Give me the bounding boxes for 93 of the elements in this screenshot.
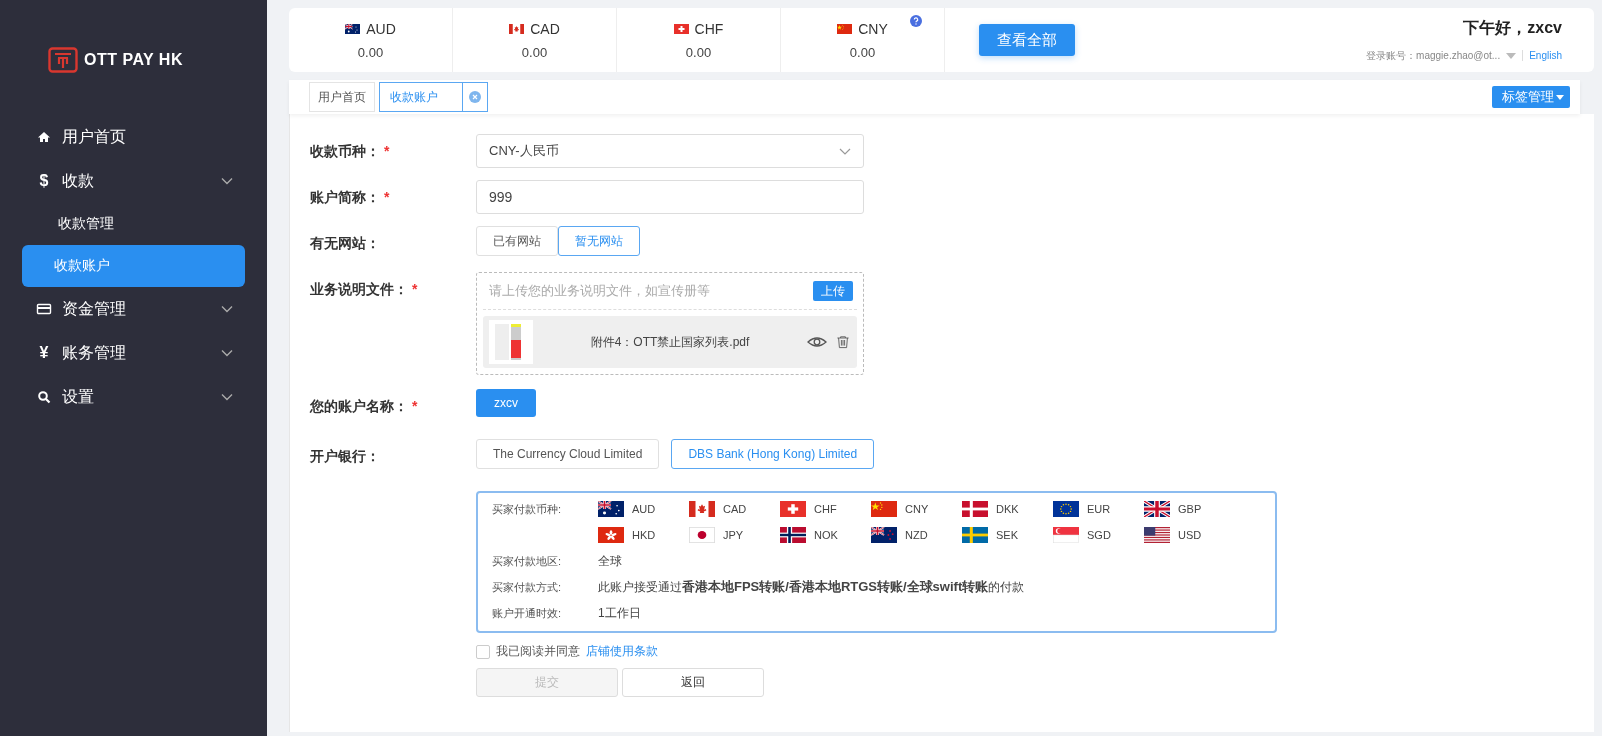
menu-icon: $ <box>36 173 52 189</box>
currency-code: CAD <box>723 502 747 517</box>
required-mark: * <box>412 280 418 299</box>
info-value: 1工作日 <box>598 605 641 622</box>
currency-code: SGD <box>1087 528 1111 543</box>
sidebar-item[interactable]: 资金管理 <box>0 287 267 331</box>
required-mark: * <box>384 188 390 207</box>
trash-icon[interactable] <box>835 333 851 351</box>
terms-link[interactable]: 店铺使用条款 <box>586 643 658 660</box>
tab[interactable]: 收款账户 <box>379 82 488 112</box>
flag-icon <box>1144 501 1170 517</box>
currency-code: HKD <box>632 528 656 543</box>
info-value: 全球 <box>598 553 622 570</box>
currency-code: NZD <box>905 528 928 543</box>
info-label: 买家付款方式: <box>492 580 563 595</box>
flag-icon <box>673 23 689 34</box>
sidebar-subitem[interactable]: 收款管理 <box>22 203 245 245</box>
info-label: 账户开通时效: <box>492 606 563 621</box>
flag-icon <box>962 501 988 517</box>
agreement-text: 我已阅读并同意 <box>496 643 580 660</box>
flag-icon <box>689 501 715 517</box>
flag-icon <box>1144 527 1170 543</box>
flag-icon <box>598 527 624 543</box>
balance-amount: 0.00 <box>685 44 712 60</box>
close-icon[interactable] <box>469 91 481 103</box>
currency-code: GBP <box>1178 502 1202 517</box>
flag-icon <box>1053 527 1079 543</box>
card-icon <box>36 301 52 317</box>
option-button[interactable]: The Currency Cloud Limited <box>476 439 660 469</box>
upload-area[interactable]: 请上传您的业务说明文件，如宣传册等 上传 附件4：OTT禁止国家列表.pdf <box>476 272 864 375</box>
flag-icon <box>871 501 897 517</box>
currency-select[interactable]: CNY-人民币 <box>476 134 864 168</box>
flag-icon <box>689 527 715 543</box>
flag-icon <box>871 527 897 543</box>
field-label: 业务说明文件： <box>310 280 408 299</box>
currency-code: SEK <box>996 528 1018 543</box>
balance-amount: 0.00 <box>521 44 548 60</box>
chevron-down-icon <box>839 147 851 155</box>
sidebar-item[interactable]: 设置 <box>0 375 267 419</box>
greeting: 下午好，zxcv <box>1463 17 1562 38</box>
field-label: 您的账户名称： <box>310 397 408 416</box>
field-label: 账户简称： <box>310 188 380 207</box>
option-button[interactable]: 暂无网站 <box>558 226 640 256</box>
flag-icon <box>509 23 525 34</box>
currency-code: JPY <box>723 528 744 543</box>
info-label: 买家付款地区: <box>492 554 563 569</box>
tab[interactable]: 用户首页 <box>309 82 375 112</box>
account-label: 登录账号：maggie.zhao@ot... <box>1366 48 1501 63</box>
required-mark: * <box>412 397 418 416</box>
info-label: 买家付款币种: <box>492 502 563 517</box>
help-icon[interactable] <box>910 15 922 27</box>
logo-icon <box>48 47 78 73</box>
eye-icon[interactable] <box>807 334 827 350</box>
flag-icon <box>345 23 361 34</box>
sidebar-item[interactable]: 用户首页 <box>0 115 267 159</box>
currency-code: AUD <box>632 502 656 517</box>
currency-code: DKK <box>996 502 1019 517</box>
flag-icon <box>1053 501 1079 517</box>
currency-code: CAD <box>509 20 560 37</box>
balance-amount: 0.00 <box>849 44 876 60</box>
field-label: 开户银行： <box>310 447 380 466</box>
flag-icon <box>837 23 853 34</box>
logo-text: OTT PAY HK <box>84 51 183 69</box>
back-button[interactable]: 返回 <box>622 668 764 697</box>
currency-code: EUR <box>1087 502 1111 517</box>
option-button[interactable]: 已有网站 <box>476 226 558 256</box>
caret-icon <box>1556 94 1564 100</box>
currency-code: CNY <box>837 20 888 37</box>
currency-code: CHF <box>814 502 837 517</box>
field-label: 有无网站： <box>310 234 380 253</box>
file-name: 附件4：OTT禁止国家列表.pdf <box>589 333 751 351</box>
home-icon <box>36 129 52 145</box>
required-mark: * <box>384 142 390 161</box>
file-thumbnail-icon <box>489 320 533 364</box>
sidebar-item[interactable]: $ 收款 <box>0 159 267 203</box>
search-icon <box>36 389 52 405</box>
flag-icon <box>598 501 624 517</box>
input-field[interactable]: 999 <box>476 180 864 214</box>
currency-code: NOK <box>814 528 838 543</box>
currency-code: CHF <box>673 20 724 37</box>
flag-icon <box>962 527 988 543</box>
field-label: 收款币种： <box>310 142 380 161</box>
checkbox[interactable] <box>476 644 490 659</box>
flag-icon <box>780 527 806 543</box>
menu-icon: ¥ <box>36 345 52 361</box>
upload-placeholder: 请上传您的业务说明文件，如宣传册等 <box>489 282 710 300</box>
sidebar-item[interactable]: ¥ 账务管理 <box>0 331 267 375</box>
flag-icon <box>780 501 806 517</box>
balance-amount: 0.00 <box>357 44 384 60</box>
currency-code: USD <box>1178 528 1202 543</box>
currency-code: AUD <box>345 20 396 37</box>
currency-code: CNY <box>905 502 929 517</box>
info-value: 此账户接受通过香港本地FPS转账/香港本地RTGS转账/全球swift转账的付款 <box>598 578 1025 596</box>
